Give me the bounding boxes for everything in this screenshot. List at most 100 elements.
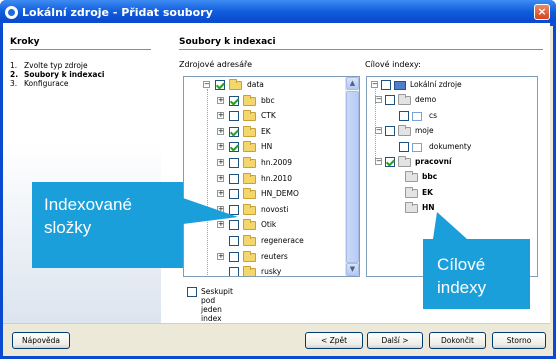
steps-list: 1. Zvolte typ zdroje 2. Soubory k indexaci 3… [10,61,105,88]
folder-checkbox[interactable] [229,142,239,153]
folder-checkbox[interactable] [229,126,239,137]
folder-checkbox[interactable] [229,173,239,184]
folder-icon [405,171,418,183]
expand-toggle[interactable]: + [217,159,224,166]
step-item: 3. Konfigurace [10,79,105,88]
expand-toggle[interactable]: + [217,127,224,135]
folder-row[interactable]: + hn.2009 [184,156,344,170]
expand-toggle[interactable]: + [217,143,224,151]
back-button[interactable]: < Zpět [305,332,363,349]
folder-checkbox[interactable] [229,236,239,246]
folder-label: data [247,80,264,89]
scroll-up-button[interactable]: ▲ [346,77,359,90]
folder-icon [405,186,418,198]
callout-source-line-1: Indexované [44,195,132,214]
step-number: 3. [10,79,18,88]
target-checkbox[interactable] [399,141,409,152]
cancel-button[interactable]: Storno [492,332,546,349]
folder-checkbox[interactable] [229,158,239,168]
folder-row[interactable]: + EK [184,125,344,139]
callout-target-line-1: Cílové [437,255,486,274]
folder-label: HN_DEMO [261,189,299,199]
target-label: cs [429,110,438,120]
target-checkbox[interactable] [385,126,395,137]
folder-row[interactable]: + bbc [184,94,344,108]
expand-toggle[interactable]: + [217,252,224,260]
next-button[interactable]: Další > [367,332,423,349]
target-checkbox[interactable] [399,110,409,121]
source-scrollbar[interactable]: ▲ ▼ [345,77,359,276]
folder-icon [243,125,256,137]
finish-button[interactable]: Dokončit [429,332,486,349]
expand-toggle[interactable]: + [217,174,224,182]
group-checkbox[interactable] [187,287,197,297]
target-label: demo [415,95,437,105]
folder-label: hn.2009 [261,158,292,167]
target-label: Cílové indexy: [365,60,421,69]
folder-checkbox[interactable] [229,95,239,106]
callout-source-line-2: složky [44,218,92,237]
folder-icon [243,141,256,153]
app-icon [5,6,18,19]
target-label: pracovní [415,157,452,166]
expand-toggle[interactable]: − [371,81,378,88]
folder-row[interactable]: − data [184,78,344,92]
expand-toggle[interactable]: − [375,96,382,104]
folder-label: hn.2010 [261,173,292,183]
close-button[interactable]: × [534,4,550,20]
folder-label: HN [261,142,273,152]
folder-row[interactable]: + hn.2010 [184,172,344,186]
folder-checkbox[interactable] [215,80,225,90]
scroll-thumb[interactable] [346,91,359,263]
target-checkbox[interactable] [381,80,391,90]
target-label: EK [422,187,433,197]
folder-label: regenerace [261,236,304,245]
group-label[interactable]: Seskupit pod jeden index [201,287,233,323]
folder-label: CTK [261,111,276,121]
folder-icon [243,235,256,246]
step-label: Zvolte typ zdroje [24,61,88,70]
callout-target-indexes: Cílové indexy [423,239,530,309]
folder-icon [243,172,256,184]
steps-divider [10,49,151,50]
folder-icon [405,202,418,214]
steps-panel: Kroky 1. Zvolte typ zdroje 2. Soubory k ind… [3,23,161,323]
target-checkbox[interactable] [385,95,395,106]
source-tree[interactable]: ▲ ▼ − data + bbc + CTK + EK + HN + hn.2009 + hn.2010 +… [183,76,360,277]
step-item: 2. Soubory k indexaci [10,70,105,79]
callout-source-pointer [183,198,238,224]
folder-checkbox[interactable] [229,267,239,276]
callout-source-folders: Indexované složky [32,182,183,268]
help-button[interactable]: Nápověda [12,332,70,349]
expand-toggle[interactable]: + [217,96,224,104]
step-label: Konfigurace [24,79,69,88]
scroll-down-button[interactable]: ▼ [346,263,359,276]
target-label: Lokální zdroje [410,80,462,89]
folder-icon [243,219,256,231]
expand-toggle[interactable]: + [217,112,224,120]
folder-checkbox[interactable] [229,251,239,262]
folder-row[interactable]: regenerace [184,234,344,248]
folder-row[interactable]: + HN [184,140,344,154]
source-label: Zdrojové adresáře [179,60,253,69]
folder-row[interactable]: rusky [184,265,344,276]
callout-target-line-2: indexy [437,278,487,297]
folder-checkbox[interactable] [229,111,239,122]
document-icon [412,142,422,152]
expand-toggle[interactable]: − [375,158,382,165]
steps-heading: Kroky [10,37,40,47]
folder-icon [243,110,256,122]
expand-toggle[interactable]: − [375,127,382,135]
expand-toggle[interactable]: − [203,81,210,88]
folder-row[interactable]: + CTK [184,109,344,123]
target-checkbox[interactable] [385,157,395,167]
folder-icon [398,94,411,106]
step-number: 1. [10,61,18,70]
main-divider [179,49,543,50]
step-label: Soubory k indexaci [24,70,105,79]
folder-icon [243,266,256,276]
callout-target-pointer [433,212,467,239]
button-bar: Nápověda < Zpět Další > Dokončit Storno [3,323,550,356]
folder-row[interactable]: + reuters [184,250,344,264]
folder-icon [243,94,256,106]
